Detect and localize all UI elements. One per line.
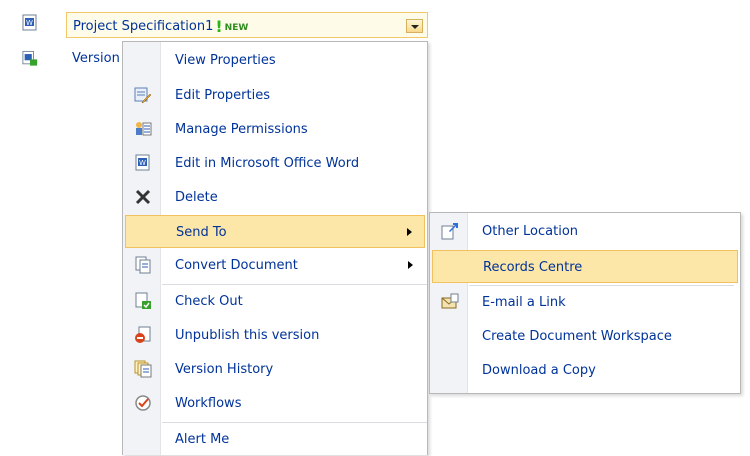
word-icon: W [135,154,150,171]
menu-item-edit-properties[interactable]: Edit Properties [125,79,425,112]
version-history-icon [134,360,152,378]
menu-item-label: Alert Me [175,432,230,447]
menu-item-label: Version History [175,362,274,377]
item-dropdown-button[interactable] [406,19,423,33]
document-title-row[interactable]: Project Specification1! NEW [66,12,428,38]
unpublish-icon [135,326,151,343]
menu-item-alert-me[interactable]: Alert Me [125,423,425,456]
menu-item-label: Manage Permissions [175,122,308,137]
menu-item-label: Convert Document [175,258,298,273]
send-to-submenu: Other Location Records Centre E-mail a L… [429,212,741,394]
submenu-arrow-icon [407,228,412,236]
menu-item-workflows[interactable]: Workflows [125,387,425,420]
menu-item-check-out[interactable]: Check Out [125,285,425,318]
new-badge: ! NEW [215,17,249,36]
workflows-icon [135,395,151,411]
email-link-icon [441,293,459,309]
menu-item-label: Edit in Microsoft Office Word [175,156,360,171]
version-item-link[interactable]: Version [72,51,120,66]
menu-item-label: Other Location [482,224,579,239]
convert-document-icon [135,256,151,274]
menu-item-version-history[interactable]: Version History [125,353,425,386]
menu-item-label: Delete [175,190,218,205]
menu-item-records-centre[interactable]: Records Centre [432,250,738,283]
other-location-icon [441,223,458,240]
document-title-text[interactable]: Project Specification1 [73,19,213,34]
menu-item-label: Send To [176,225,227,240]
new-icon: ! [215,17,223,36]
menu-item-download-copy[interactable]: Download a Copy [432,354,738,387]
menu-item-label: Download a Copy [482,363,596,378]
menu-item-manage-permissions[interactable]: Manage Permissions [125,113,425,146]
menu-item-unpublish[interactable]: Unpublish this version [125,319,425,352]
item-context-menu: View Properties Edit Properties Manage P… [122,41,428,455]
menu-item-label: E-mail a Link [482,295,566,310]
word-document-icon[interactable]: W [22,14,38,31]
menu-item-delete[interactable]: Delete [125,181,425,214]
menu-item-edit-in-word[interactable]: W Edit in Microsoft Office Word [125,147,425,180]
menu-item-label: Workflows [175,396,242,411]
menu-item-email-link[interactable]: E-mail a Link [432,286,738,319]
menu-item-label: Unpublish this version [175,328,320,343]
check-out-icon [135,292,151,309]
edit-properties-icon [134,87,152,104]
menu-item-label: Records Centre [483,260,583,275]
menu-item-label: Check Out [175,294,243,309]
menu-item-create-document-workspace[interactable]: Create Document Workspace [432,320,738,353]
menu-item-view-properties[interactable]: View Properties [125,44,425,77]
submenu-arrow-icon [408,261,413,269]
delete-x-icon [135,189,151,205]
menu-item-convert-document[interactable]: Convert Document [125,249,425,282]
svg-text:W: W [26,19,33,27]
menu-item-send-to[interactable]: Send To [125,215,425,248]
svg-text:W: W [139,159,146,167]
menu-item-label: Edit Properties [175,88,271,103]
manage-permissions-icon [136,122,152,136]
menu-item-other-location[interactable]: Other Location [432,215,738,248]
word-document-version-icon[interactable] [22,50,38,67]
document-title-link[interactable]: Project Specification1! NEW [73,17,248,36]
new-badge-label: NEW [224,23,249,33]
menu-item-label: View Properties [175,53,276,68]
menu-item-label: Create Document Workspace [482,329,672,344]
